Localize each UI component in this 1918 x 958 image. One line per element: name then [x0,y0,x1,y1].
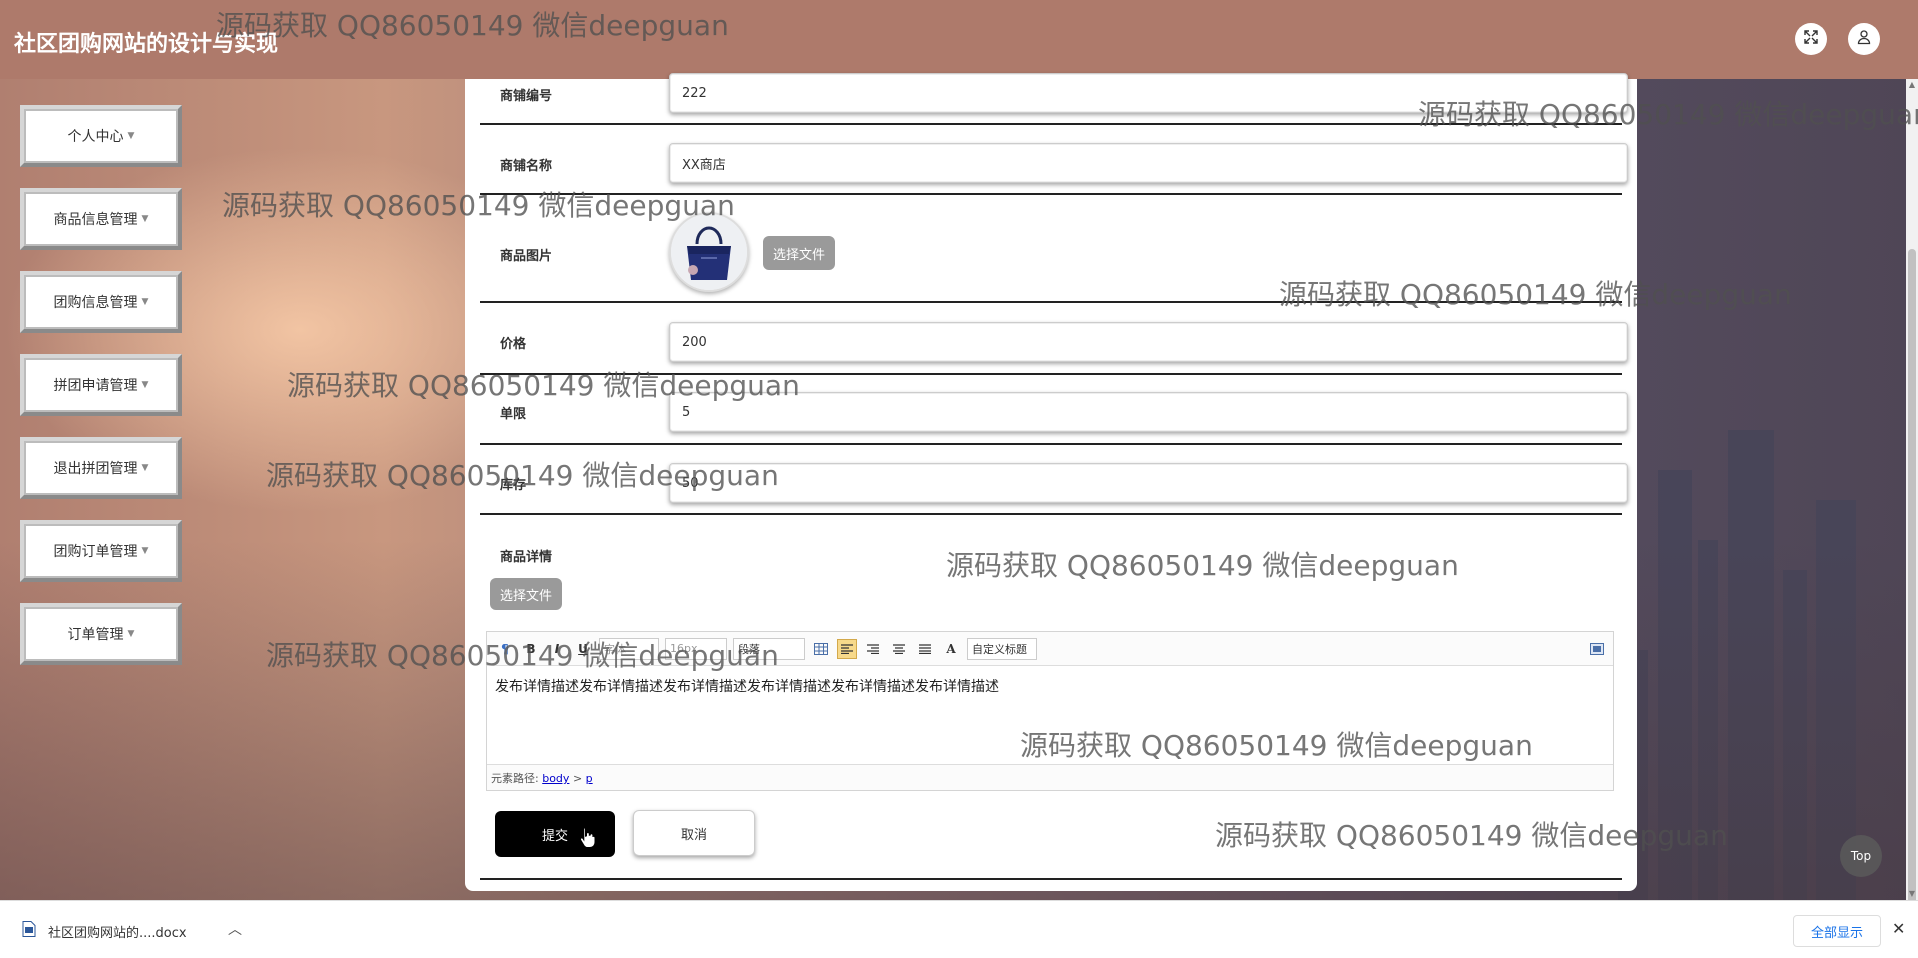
watermark: 源码获取 QQ86050149 微信deepguan [1020,729,1533,762]
sidebar-item-label: 团购信息管理 [53,295,138,311]
download-item[interactable]: 社区团购网站的....docx [22,921,187,941]
caret-down-icon: ▼ [127,131,135,141]
shop-no-label: 商铺编号 [500,89,553,104]
watermark: 源码获取 QQ86050149 微信deepguan [1279,278,1792,311]
word-document-icon [22,921,36,941]
sidebar-item-personal-center[interactable]: 个人中心 ▼ [20,105,182,167]
hand-cursor-icon [579,826,597,852]
watermark: 源码获取 QQ86050149 微信deepguan [266,459,779,492]
sidebar-item-label: 退出拼团管理 [53,461,138,477]
shop-name-label: 商铺名称 [500,159,553,174]
watermark: 源码获取 QQ86050149 微信deepguan [222,189,735,222]
align-left-icon[interactable] [837,638,857,659]
sidebar-item-product-info[interactable]: 商品信息管理 ▼ [20,188,182,250]
choose-detail-file-button[interactable]: 选择文件 [490,578,563,610]
align-justify-icon[interactable] [915,639,935,659]
chevron-up-icon[interactable]: ︿ [228,919,242,939]
caret-down-icon: ▼ [141,463,149,473]
sidebar-item-label: 拼团申请管理 [53,378,138,394]
scroll-up-arrow-icon[interactable]: ▲ [1906,79,1918,91]
sidebar-item-group-quit[interactable]: 退出拼团管理 ▼ [20,437,182,499]
caret-down-icon: ▼ [141,297,149,307]
sidebar-item-label: 商品信息管理 [53,212,138,228]
user-button[interactable] [1848,23,1880,55]
fullscreen-editor-icon[interactable] [1587,639,1607,659]
align-right-icon[interactable] [863,639,883,659]
product-image-label: 商品图片 [500,249,553,264]
path-p-link[interactable]: p [586,772,593,785]
watermark: 源码获取 QQ86050149 微信deepguan [946,549,1459,582]
watermark: 源码获取 QQ86050149 微信deepguan [1215,819,1728,852]
details-label: 商品详情 [500,550,553,565]
font-color-button[interactable]: A [941,639,961,659]
choose-image-file-button[interactable]: 选择文件 [763,236,836,270]
limit-input[interactable]: 5 [669,392,1628,432]
caret-down-icon: ▼ [141,214,149,224]
submit-button[interactable]: 提交 [495,811,615,857]
cancel-button[interactable]: 取消 [633,810,755,856]
watermark: 源码获取 QQ86050149 微信deepguan [1418,98,1918,131]
sidebar-item-group-buy-info[interactable]: 团购信息管理 ▼ [20,271,182,333]
custom-title-select[interactable]: 自定义标题 [967,637,1037,660]
price-label: 价格 [500,337,527,352]
caret-down-icon: ▼ [141,380,149,390]
path-body-link[interactable]: body [542,772,569,785]
user-icon [1856,29,1872,49]
table-icon[interactable] [811,639,831,659]
watermark: 源码获取 QQ86050149 微信deepguan [216,9,729,42]
product-image-thumbnail [669,212,749,292]
sidebar-item-label: 团购订单管理 [53,544,138,560]
align-center-icon[interactable] [889,639,909,659]
show-all-downloads-button[interactable]: 全部显示 [1793,915,1881,947]
scroll-thumb[interactable] [1908,249,1916,949]
back-to-top-button[interactable]: Top [1840,835,1882,877]
sidebar-item-group-apply[interactable]: 拼团申请管理 ▼ [20,354,182,416]
element-path-prefix: 元素路径: [491,772,539,785]
watermark: 源码获取 QQ86050149 微信deepguan [266,639,779,672]
shop-name-input[interactable]: XX商店 [669,143,1628,183]
sidebar: 个人中心 ▼ 商品信息管理 ▼ 团购信息管理 ▼ 拼团申请管理 ▼ 退出拼团管理 ▼ 团购… [20,105,182,686]
download-file-name: 社区团购网站的....docx [48,925,187,941]
stock-input[interactable]: 50 [669,463,1628,503]
limit-label: 单限 [500,407,527,422]
sidebar-item-label: 个人中心 [67,129,124,145]
fullscreen-icon [1803,29,1819,49]
price-input[interactable]: 200 [669,322,1628,362]
sidebar-item-label: 订单管理 [67,627,124,643]
caret-down-icon: ▼ [127,629,135,639]
scroll-down-arrow-icon[interactable]: ▼ [1906,888,1918,900]
page-scrollbar[interactable]: ▲ ▼ [1906,79,1918,949]
path-separator: > [572,772,583,785]
watermark: 源码获取 QQ86050149 微信deepguan [287,369,800,402]
sidebar-item-group-orders[interactable]: 团购订单管理 ▼ [20,520,182,582]
sidebar-item-orders[interactable]: 订单管理 ▼ [20,603,182,665]
caret-down-icon: ▼ [141,546,149,556]
download-bar: 社区团购网站的....docx ︿ 全部显示 ✕ [0,900,1918,958]
element-path-bar: 元素路径: body > p [487,764,1613,790]
fullscreen-button[interactable] [1795,23,1827,55]
close-icon[interactable]: ✕ [1892,919,1905,938]
